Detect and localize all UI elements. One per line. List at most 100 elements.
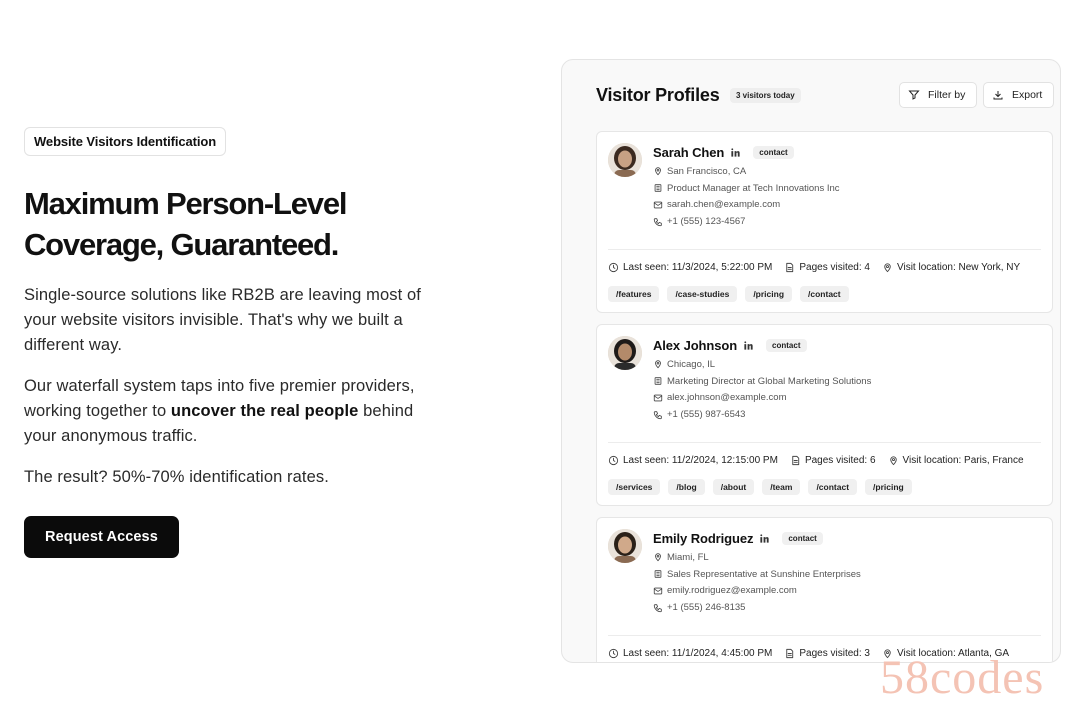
role-text: Product Manager at Tech Innovations Inc <box>667 182 840 194</box>
last-seen-text: Last seen: 11/1/2024, 4:45:00 PM <box>623 648 773 659</box>
page-tag: /contact <box>800 286 849 302</box>
headline-line-1: Maximum Person-Level <box>24 186 347 221</box>
page-title: Maximum Person-Level Coverage, Guarantee… <box>24 183 424 265</box>
last-seen: Last seen: 11/2/2024, 12:15:00 PM <box>608 455 778 466</box>
email-row: alex.johnson@example.com <box>653 390 871 407</box>
profile-card[interactable]: Alex Johnson contact Chicago, IL Marketi… <box>596 324 1053 506</box>
role-row: Marketing Director at Global Marketing S… <box>653 373 871 390</box>
panel-header: Visitor Profiles 3 visitors today Filter… <box>562 60 1060 130</box>
location-row: San Francisco, CA <box>653 163 840 180</box>
email-text[interactable]: sarah.chen@example.com <box>667 199 780 210</box>
last-seen-text: Last seen: 11/3/2024, 5:22:00 PM <box>623 262 773 273</box>
profile-details: Chicago, IL Marketing Director at Global… <box>653 356 871 423</box>
card-divider <box>608 442 1041 443</box>
download-icon <box>993 91 1003 100</box>
last-seen: Last seen: 11/3/2024, 5:22:00 PM <box>608 262 772 273</box>
pages-visited-text: Pages visited: 4 <box>799 262 870 273</box>
clock-icon <box>608 262 619 273</box>
building-icon <box>654 377 662 385</box>
visit-meta: Last seen: 11/2/2024, 12:15:00 PM Pages … <box>608 455 1036 466</box>
visited-pages: /services/blog/about/team/contact/pricin… <box>608 479 912 495</box>
phone-text[interactable]: +1 (555) 987-6543 <box>667 409 745 420</box>
location-text: Miami, FL <box>667 551 709 563</box>
role-row: Product Manager at Tech Innovations Inc <box>653 180 840 197</box>
last-seen: Last seen: 11/1/2024, 4:45:00 PM <box>608 648 772 659</box>
avatar-image <box>608 336 642 370</box>
page-tag: /pricing <box>865 479 912 495</box>
role-row: Sales Representative at Sunshine Enterpr… <box>653 566 861 583</box>
linkedin-icon[interactable] <box>730 147 741 158</box>
email-row: sarah.chen@example.com <box>653 197 840 214</box>
card-divider <box>608 635 1041 636</box>
building-icon <box>654 184 662 192</box>
phone-text[interactable]: +1 (555) 123-4567 <box>667 216 745 227</box>
card-divider <box>608 249 1041 250</box>
export-label: Export <box>1012 89 1043 101</box>
linkedin-icon[interactable] <box>759 533 770 544</box>
email-row: emily.rodriguez@example.com <box>653 583 861 600</box>
location-text: Chicago, IL <box>667 358 716 370</box>
mail-icon <box>653 587 663 595</box>
document-icon <box>786 648 794 659</box>
email-text[interactable]: alex.johnson@example.com <box>667 392 786 403</box>
map-pin-icon <box>889 456 897 466</box>
mail-icon <box>653 394 663 402</box>
visit-location: Visit location: New York, NY <box>882 262 1020 273</box>
avatar <box>608 336 642 370</box>
visit-location-text: Visit location: Paris, France <box>902 455 1024 466</box>
watermark: 58codes <box>880 651 1045 704</box>
profile-details: San Francisco, CA Product Manager at Tec… <box>653 163 840 230</box>
filter-button[interactable]: Filter by <box>899 82 977 108</box>
avatar-image <box>608 143 642 177</box>
pages-visited-text: Pages visited: 3 <box>799 648 870 659</box>
visitor-profiles-panel: Visitor Profiles 3 visitors today Filter… <box>561 59 1061 663</box>
pages-visited: Pages visited: 6 <box>790 455 876 466</box>
visited-pages: /features/case-studies/pricing/contact <box>608 286 849 302</box>
page-tag: /pricing <box>745 286 793 302</box>
page-tag: /contact <box>808 479 858 495</box>
pages-visited: Pages visited: 3 <box>784 648 870 659</box>
profile-details: Miami, FL Sales Representative at Sunshi… <box>653 549 861 616</box>
map-pin-icon <box>884 263 891 273</box>
visit-location: Visit location: Paris, France <box>888 455 1024 466</box>
visit-meta: Last seen: 11/3/2024, 5:22:00 PM Pages v… <box>608 262 1032 273</box>
location-row: Miami, FL <box>653 549 861 566</box>
phone-row: +1 (555) 987-6543 <box>653 406 871 423</box>
clock-icon <box>608 455 619 466</box>
clock-icon <box>608 648 619 659</box>
profile-name-row: Emily Rodriguez contact <box>653 531 823 546</box>
role-text: Sales Representative at Sunshine Enterpr… <box>667 568 861 580</box>
hero-section: Website Visitors Identification Maximum … <box>24 127 424 558</box>
request-access-button[interactable]: Request Access <box>24 516 179 558</box>
linkedin-icon[interactable] <box>743 340 754 351</box>
location-text: San Francisco, CA <box>667 165 747 177</box>
pages-visited-text: Pages visited: 6 <box>804 455 876 466</box>
phone-text[interactable]: +1 (555) 246-8135 <box>667 602 745 613</box>
profile-card[interactable]: Sarah Chen contact San Francisco, CA Pro… <box>596 131 1053 313</box>
document-icon <box>786 262 794 273</box>
map-pin-icon <box>655 360 661 369</box>
last-seen-text: Last seen: 11/2/2024, 12:15:00 PM <box>623 455 778 466</box>
page-tag: /case-studies <box>667 286 738 302</box>
profile-name: Alex Johnson <box>653 338 738 353</box>
phone-icon <box>653 411 662 419</box>
profile-card[interactable]: Emily Rodriguez contact Miami, FL Sales … <box>596 517 1053 662</box>
document-icon <box>792 455 800 466</box>
phone-row: +1 (555) 123-4567 <box>653 213 840 230</box>
pages-visited: Pages visited: 4 <box>784 262 870 273</box>
visit-location-text: Visit location: New York, NY <box>896 262 1021 273</box>
location-row: Chicago, IL <box>653 356 871 373</box>
filter-label: Filter by <box>928 89 966 101</box>
export-button[interactable]: Export <box>983 82 1054 108</box>
page-tag: /features <box>608 286 660 302</box>
avatar <box>608 529 642 563</box>
page-tag: /team <box>762 479 801 495</box>
panel-title: Visitor Profiles <box>596 85 720 105</box>
email-text[interactable]: emily.rodriguez@example.com <box>667 585 797 596</box>
profile-name-row: Sarah Chen contact <box>653 145 794 160</box>
page-tag: /services <box>608 479 661 495</box>
profile-name-row: Alex Johnson contact <box>653 338 807 353</box>
avatar-image <box>608 529 642 563</box>
phone-icon <box>653 218 662 226</box>
page-tag: /blog <box>668 479 705 495</box>
